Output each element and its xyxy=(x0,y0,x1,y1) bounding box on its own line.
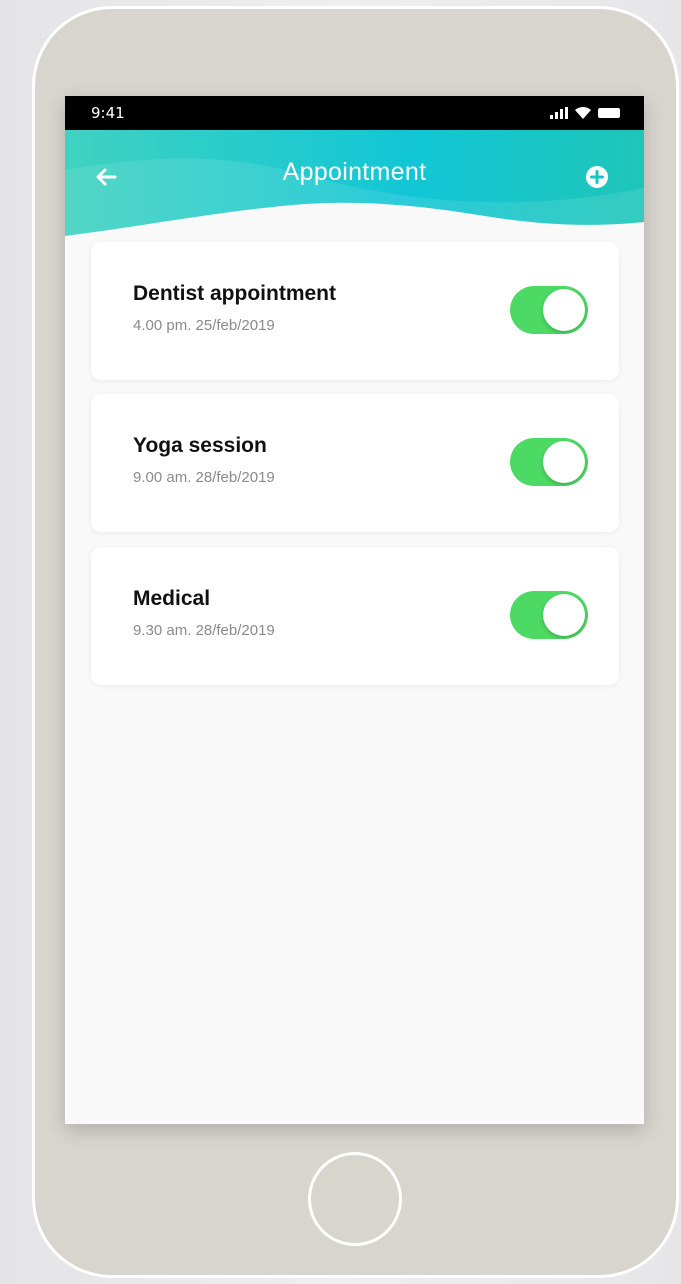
home-button[interactable] xyxy=(308,1152,402,1246)
appointment-card[interactable]: Dentist appointment 4.00 pm. 25/feb/2019 xyxy=(91,242,619,380)
appointment-toggle[interactable] xyxy=(510,438,588,486)
status-time: 9:41 xyxy=(91,104,125,122)
app-screen: 9:41 Appointment Dentist appointment 4.0… xyxy=(65,96,644,1124)
appointment-title: Dentist appointment xyxy=(133,282,336,305)
appointment-toggle[interactable] xyxy=(510,591,588,639)
toggle-knob xyxy=(543,441,585,483)
status-bar: 9:41 xyxy=(65,96,644,130)
signal-icon xyxy=(550,107,568,119)
status-icons xyxy=(550,106,620,120)
toggle-knob xyxy=(543,594,585,636)
app-header: Appointment xyxy=(65,130,644,240)
appointment-title: Yoga session xyxy=(133,434,267,457)
appointment-datetime: 9.00 am. 28/feb/2019 xyxy=(133,469,275,486)
appointment-datetime: 4.00 pm. 25/feb/2019 xyxy=(133,317,275,334)
appointment-toggle[interactable] xyxy=(510,286,588,334)
toggle-knob xyxy=(543,289,585,331)
plus-circle-icon[interactable] xyxy=(585,165,609,189)
appointment-card[interactable]: Yoga session 9.00 am. 28/feb/2019 xyxy=(91,394,619,532)
appointment-title: Medical xyxy=(133,587,211,610)
appointment-datetime: 9.30 am. 28/feb/2019 xyxy=(133,622,275,639)
wifi-icon xyxy=(575,106,591,119)
page-title: Appointment xyxy=(282,158,427,186)
battery-icon xyxy=(598,108,620,118)
appointment-card[interactable]: Medical 9.30 am. 28/feb/2019 xyxy=(91,547,619,685)
